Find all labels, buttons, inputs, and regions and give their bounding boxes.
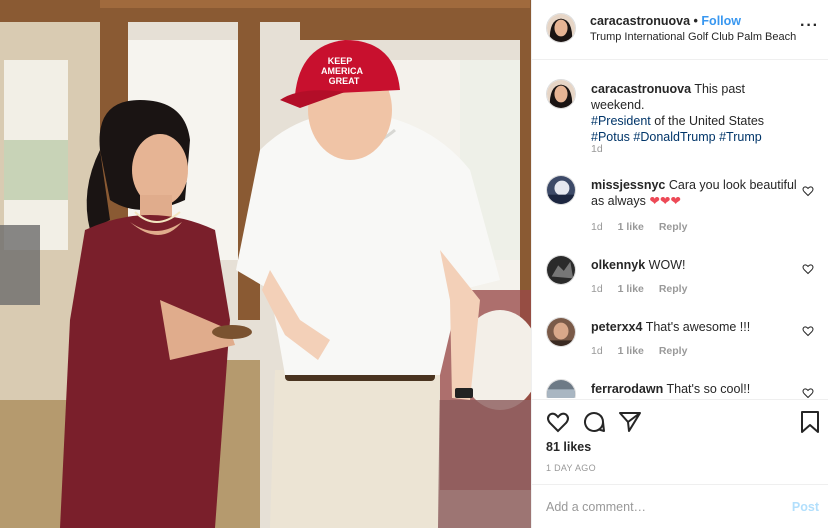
comment-input[interactable] — [546, 497, 766, 517]
hashtag-potus[interactable]: #Potus — [591, 130, 630, 144]
photo-illustration: KEEP AMERICA GREAT — [0, 0, 531, 528]
commenter-avatar[interactable] — [546, 317, 576, 347]
cap-text-3: GREAT — [329, 76, 360, 86]
caption-text-2: of the United States — [654, 114, 765, 128]
follow-button[interactable]: Follow — [701, 14, 741, 28]
cap-text-1: KEEP — [328, 56, 353, 66]
comment-body: olkennyk WOW! — [591, 257, 801, 273]
caption-meta: 1d — [591, 143, 615, 155]
post-actions: 81 likes 1 DAY AGO Post — [532, 399, 828, 528]
more-options-icon[interactable]: ··· — [800, 17, 819, 35]
comment-text: That's awesome !!! — [645, 320, 751, 334]
hashtag-trump[interactable]: #Trump — [719, 130, 762, 144]
commenter-avatar[interactable] — [546, 379, 576, 398]
likes-count[interactable]: 81 likes — [546, 440, 591, 454]
post-timestamp: 1 DAY AGO — [546, 463, 596, 473]
cap-text-2: AMERICA — [321, 66, 363, 76]
comment-likes[interactable]: 1 like — [618, 221, 644, 233]
bookmark-icon[interactable] — [798, 410, 822, 434]
comment-like-icon[interactable] — [802, 387, 814, 398]
comment-text: That's so cool!! — [666, 382, 751, 396]
comment-text: WOW! — [648, 258, 686, 272]
add-comment-bar: Post — [532, 484, 828, 528]
caption-time: 1d — [591, 143, 603, 155]
comment-username[interactable]: missjessnyc — [591, 178, 665, 192]
comments-list[interactable]: caracastronuova This past weekend. #Pres… — [532, 61, 828, 398]
caption-avatar[interactable] — [546, 79, 576, 109]
heart-icon[interactable] — [546, 410, 570, 434]
caption-text: caracastronuova This past weekend. #Pres… — [591, 81, 801, 145]
post-photo[interactable]: KEEP AMERICA GREAT — [0, 0, 531, 528]
hashtag-president[interactable]: #President — [591, 114, 651, 128]
hashtag-donaldtrump[interactable]: #DonaldTrump — [633, 130, 715, 144]
comment-username[interactable]: ferrarodawn — [591, 382, 663, 396]
author-username[interactable]: caracastronuova — [590, 14, 690, 28]
comment-meta: 1d 1 like Reply — [591, 345, 699, 357]
comment-time: 1d — [591, 221, 603, 233]
comment-time: 1d — [591, 283, 603, 295]
comment-like-icon[interactable] — [802, 325, 814, 337]
hearts-emoji: ❤❤❤ — [649, 194, 681, 208]
post-side-panel: caracastronuova • Follow Trump Internati… — [531, 0, 828, 528]
comment-username[interactable]: olkennyk — [591, 258, 645, 272]
author-avatar[interactable] — [546, 13, 576, 43]
share-icon[interactable] — [618, 410, 642, 434]
comment-username[interactable]: peterxx4 — [591, 320, 642, 334]
comment-meta: 1d 1 like Reply — [591, 283, 699, 295]
comment-icon[interactable] — [582, 410, 606, 434]
comment-body: peterxx4 That's awesome !!! — [591, 319, 801, 335]
author-line: caracastronuova • Follow — [590, 14, 741, 28]
post-header: caracastronuova • Follow Trump Internati… — [532, 0, 828, 60]
post-location[interactable]: Trump International Golf Club Palm Beach — [590, 31, 796, 43]
comment-like-icon[interactable] — [802, 185, 814, 197]
comment-meta: 1d 1 like Reply — [591, 221, 699, 233]
separator-dot: • — [693, 14, 698, 28]
reply-button[interactable]: Reply — [659, 345, 688, 357]
caption-username[interactable]: caracastronuova — [591, 82, 691, 96]
comment-like-icon[interactable] — [802, 263, 814, 275]
commenter-avatar[interactable] — [546, 175, 576, 205]
instagram-post-modal: KEEP AMERICA GREAT caracastronuova • Fol… — [0, 0, 828, 528]
comment-body: ferrarodawn That's so cool!! — [591, 381, 801, 397]
commenter-avatar[interactable] — [546, 255, 576, 285]
comment-time: 1d — [591, 345, 603, 357]
comment-likes[interactable]: 1 like — [618, 345, 644, 357]
post-button[interactable]: Post — [792, 500, 819, 514]
comment-likes[interactable]: 1 like — [618, 283, 644, 295]
reply-button[interactable]: Reply — [659, 283, 688, 295]
comment-body: missjessnyc Cara you look beautiful as a… — [591, 177, 801, 209]
reply-button[interactable]: Reply — [659, 221, 688, 233]
